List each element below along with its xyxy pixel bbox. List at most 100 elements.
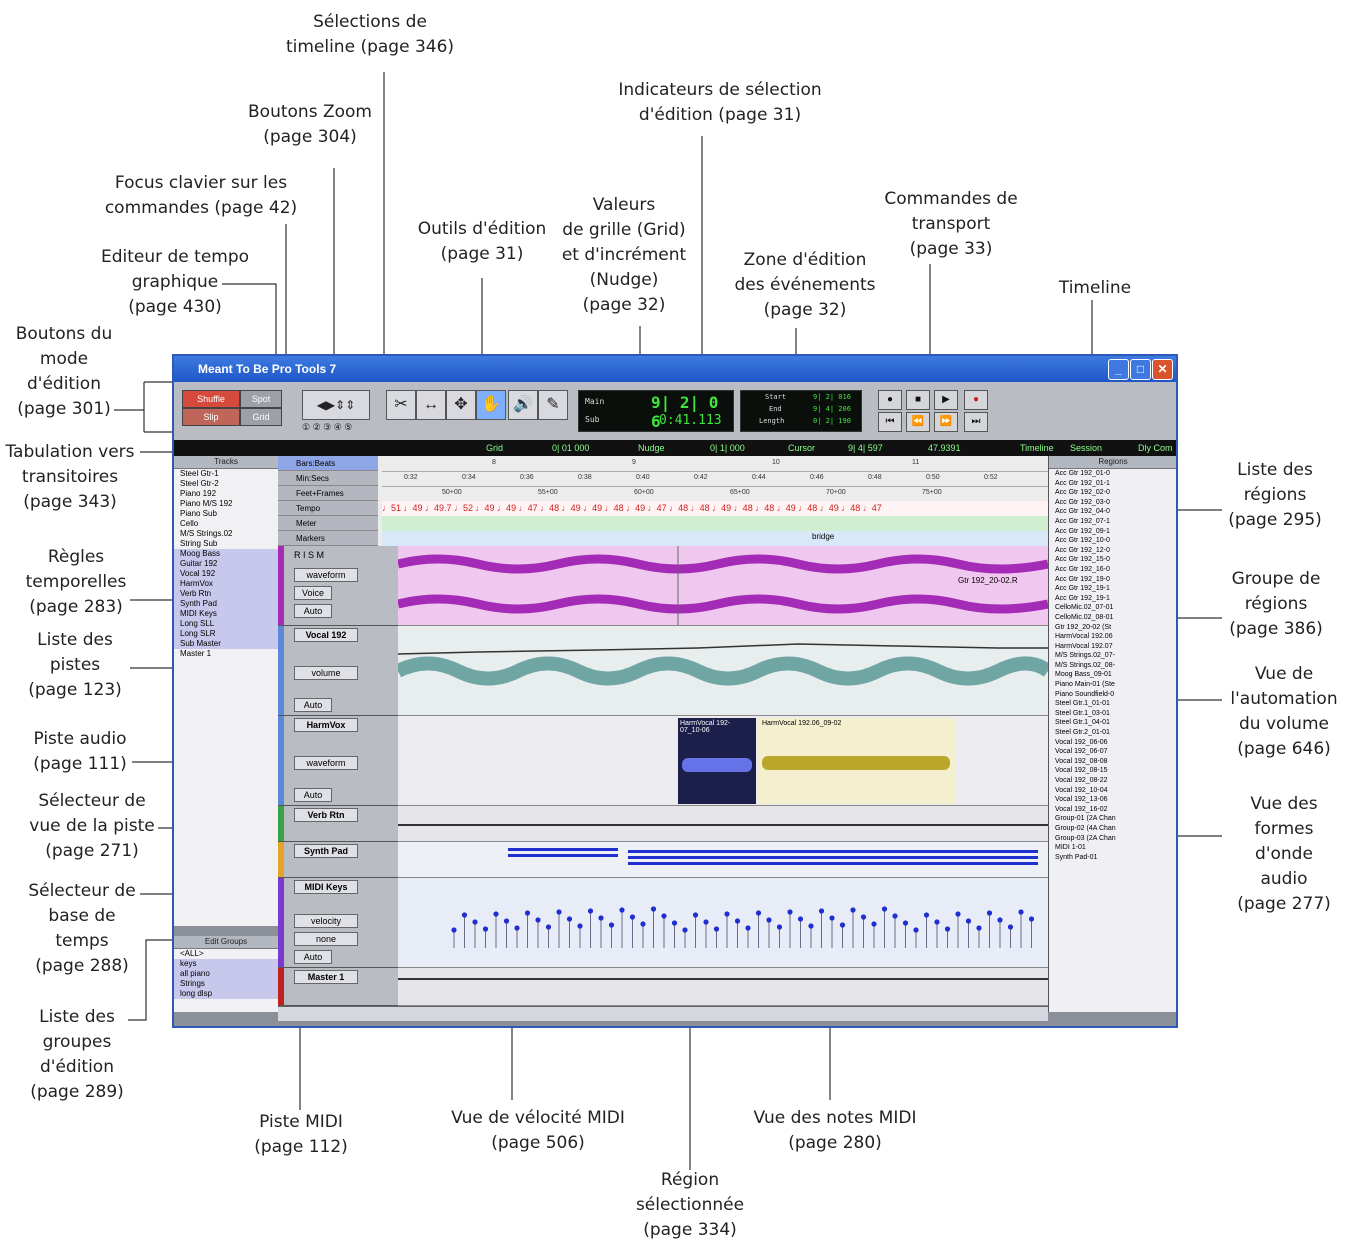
ruler-tempo[interactable]: Tempo — [278, 501, 378, 516]
track-auto[interactable]: Auto — [294, 604, 332, 618]
lane-harmvox[interactable]: HarmVocal 192-07_10-06 HarmVocal 192.06_… — [398, 716, 1048, 806]
nudge-value[interactable]: 0| 1| 000 — [710, 440, 745, 456]
lane-verb[interactable] — [398, 806, 1048, 842]
track-list-item[interactable]: Long SLR — [174, 629, 278, 639]
zoom-preset-buttons[interactable]: ① ② ③ ④ ⑤ — [302, 422, 352, 433]
track-list-item[interactable]: MIDI Keys — [174, 609, 278, 619]
ruler-markers[interactable]: Markers — [278, 531, 378, 546]
track-list-item[interactable]: Long SLL — [174, 619, 278, 629]
track-name[interactable]: Synth Pad — [294, 844, 358, 858]
midi-note[interactable] — [545, 924, 552, 930]
edit-group-item[interactable]: keys — [174, 959, 278, 969]
scrubber-tool-icon[interactable]: 🔊 — [508, 390, 538, 420]
region-list-item[interactable]: Acc Gtr 192_01-0 — [1049, 469, 1176, 479]
track-name[interactable]: HarmVox — [294, 718, 358, 732]
midi-note[interactable] — [1018, 909, 1024, 915]
grabber-tool-icon[interactable]: ✥ — [446, 390, 476, 420]
midi-note[interactable] — [787, 909, 793, 915]
region-list-item[interactable]: Acc Gtr 192_04-0 — [1049, 507, 1176, 517]
end-value[interactable]: 9| 4| 206 — [813, 405, 851, 413]
track-list-item[interactable]: Piano 192 — [174, 489, 278, 499]
midi-note[interactable] — [902, 920, 909, 926]
midi-note[interactable] — [892, 913, 898, 919]
region-list-item[interactable]: Vocal 192_06-06 — [1049, 738, 1176, 748]
track-auto[interactable]: Auto — [294, 950, 332, 964]
region-list-item[interactable]: Acc Gtr 192_16-0 — [1049, 565, 1176, 575]
fast-forward-button[interactable]: ⏩ — [934, 412, 958, 432]
region-list-item[interactable]: Vocal 192_13-06 — [1049, 795, 1176, 805]
spot-mode-button[interactable]: Spot — [240, 390, 282, 408]
horizontal-scrollbar[interactable] — [278, 1006, 1048, 1021]
region-list-item[interactable]: Acc Gtr 192_10-0 — [1049, 536, 1176, 546]
region-list-item[interactable]: Gtr 192_20-02 (St — [1049, 623, 1176, 633]
lane-midi[interactable] — [398, 878, 1048, 968]
track-list-item[interactable]: Steel Gtr-1 — [174, 469, 278, 479]
regions-list-header[interactable]: Regions — [1049, 456, 1176, 469]
stop-button[interactable]: ■ — [906, 390, 930, 410]
region-list-item[interactable]: Steel Gtr.1_01-01 — [1049, 699, 1176, 709]
lane-guitar[interactable]: Gtr 192_20-02.R — [398, 546, 1048, 626]
midi-note[interactable] — [776, 924, 783, 930]
midi-note[interactable] — [797, 916, 804, 922]
region-list-item[interactable]: HarmVocal 192.06 — [1049, 632, 1176, 642]
midi-note[interactable] — [682, 927, 688, 933]
midi-note[interactable] — [608, 922, 615, 928]
midi-note[interactable] — [535, 917, 541, 923]
go-to-end-button[interactable]: ⏭ — [964, 412, 988, 432]
selector-tool-icon[interactable]: ↔ — [416, 390, 446, 420]
maximize-button[interactable]: □ — [1130, 359, 1151, 380]
main-counter[interactable]: Main Sub 9| 2| 0 6 0:41.113 — [578, 390, 734, 432]
midi-note[interactable] — [703, 919, 709, 925]
bars-beats-strip[interactable]: 8 9 10 11 — [382, 456, 1048, 472]
region-list-item[interactable]: M/S Strings.02_08- — [1049, 661, 1176, 671]
meter-strip[interactable] — [382, 516, 1048, 532]
edit-group-item[interactable]: long dlsp — [174, 989, 278, 999]
track-list-item[interactable]: String Sub — [174, 539, 278, 549]
markers-strip[interactable]: bridge — [382, 531, 1048, 547]
midi-note[interactable] — [755, 910, 762, 916]
ruler-meter[interactable]: Meter — [278, 516, 378, 531]
start-value[interactable]: 9| 2| 016 — [813, 393, 851, 401]
region-list-item[interactable]: Group-01 (2A Chan — [1049, 814, 1176, 824]
midi-note[interactable] — [577, 923, 583, 929]
midi-note[interactable] — [461, 912, 468, 918]
feet-frames-strip[interactable]: 50+00 55+00 60+00 65+00 70+00 75+00 — [382, 486, 1048, 502]
edit-group-item[interactable]: all piano — [174, 969, 278, 979]
title-bar[interactable]: Meant To Be Pro Tools 7 _ □ ✕ — [174, 356, 1176, 382]
midi-note[interactable] — [629, 914, 636, 920]
midi-note[interactable] — [713, 926, 720, 932]
track-list-item[interactable]: Synth Pad — [174, 599, 278, 609]
track-auto[interactable]: Auto — [294, 698, 332, 712]
midi-note[interactable] — [766, 917, 772, 923]
midi-note[interactable] — [451, 927, 457, 933]
midi-note[interactable] — [881, 906, 888, 912]
midi-note[interactable] — [650, 906, 657, 912]
online-button[interactable]: ● — [878, 390, 902, 410]
track-voice[interactable]: none — [294, 932, 358, 946]
region-list-item[interactable]: Acc Gtr 192_12-0 — [1049, 546, 1176, 556]
track-list-item[interactable]: Sub Master — [174, 639, 278, 649]
region-list-item[interactable]: Vocal 192_06-07 — [1049, 747, 1176, 757]
midi-note[interactable] — [619, 907, 625, 913]
midi-note[interactable] — [482, 926, 489, 932]
track-view-selector[interactable]: waveform — [294, 756, 358, 770]
region-list-item[interactable]: Group-03 (2A Chan — [1049, 834, 1176, 844]
track-list-item[interactable]: HarmVox — [174, 579, 278, 589]
selected-region[interactable]: HarmVocal 192-07_10-06 — [678, 718, 756, 804]
record-button[interactable]: ● — [964, 390, 988, 410]
region-list-item[interactable]: Vocal 192_08-22 — [1049, 776, 1176, 786]
region-list-item[interactable]: Synth Pad-01 — [1049, 853, 1176, 863]
region-list-item[interactable]: MIDI 1-01 — [1049, 843, 1176, 853]
midi-note[interactable] — [871, 921, 877, 927]
grid-mode-button[interactable]: Grid — [240, 408, 282, 426]
track-list-item[interactable]: Steel Gtr-2 — [174, 479, 278, 489]
midi-note[interactable] — [503, 918, 510, 924]
region-list-item[interactable]: Acc Gtr 192_19-1 — [1049, 594, 1176, 604]
region-list-item[interactable]: Vocal 192_10-04 — [1049, 786, 1176, 796]
edit-group-item[interactable]: <ALL> — [174, 949, 278, 959]
region-list-item[interactable]: Steel Gtr.1_03-01 — [1049, 709, 1176, 719]
track-buttons[interactable]: R I S M — [294, 550, 324, 560]
track-name[interactable]: Master 1 — [294, 970, 358, 984]
midi-note[interactable] — [556, 909, 562, 915]
marker-bridge[interactable]: bridge — [812, 532, 834, 541]
